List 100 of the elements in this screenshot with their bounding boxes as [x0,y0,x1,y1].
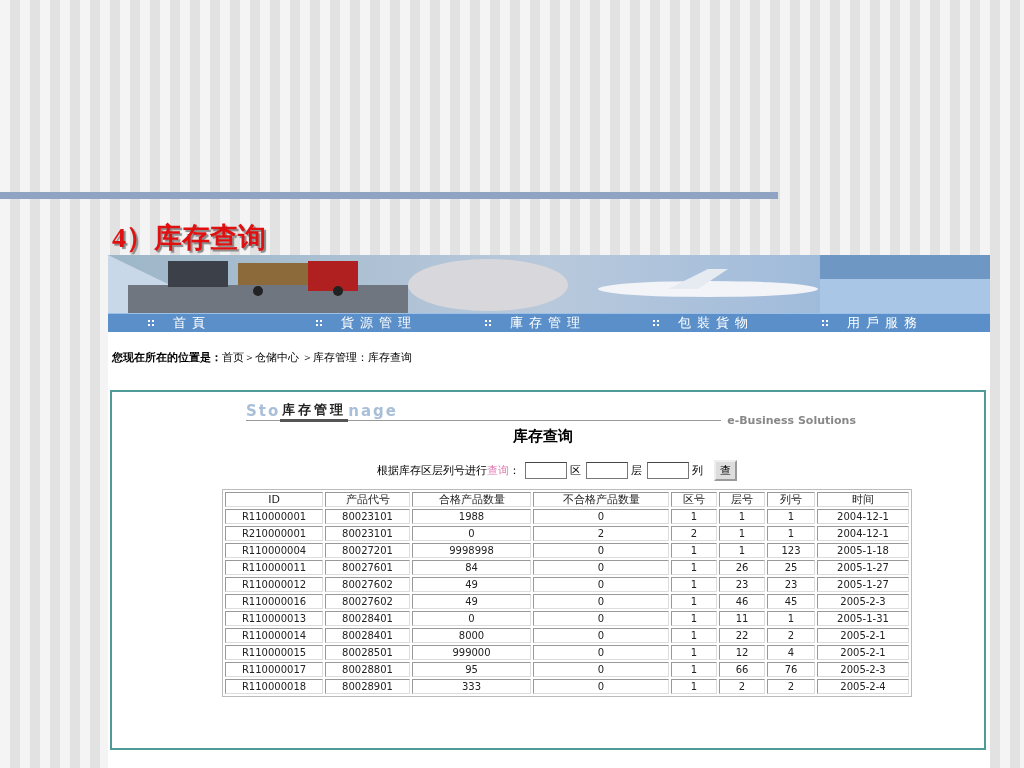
logo-backdrop-text: nage [348,402,398,420]
table-cell: 12 [719,645,765,660]
table-cell: 23 [767,577,815,592]
input-field[interactable] [525,462,567,479]
table-cell: 0 [533,594,669,609]
table-cell: 0 [412,526,531,541]
search-prompt: 根据库存区层列号进行查询： [377,463,520,478]
table-cell: 1 [767,611,815,626]
breadcrumb-path: 首页＞仓储中心 ＞库存管理：库存查询 [222,350,413,365]
table-cell: 333 [412,679,531,694]
table-cell: 2004-12-1 [817,526,909,541]
table-cell: 0 [533,560,669,575]
table-cell: 2005-1-27 [817,560,909,575]
table-cell: 2005-2-3 [817,594,909,609]
table-cell: 1 [767,509,815,524]
dots-icon [484,319,492,327]
column-header: ID [225,492,323,507]
table-cell: 84 [412,560,531,575]
table-cell: 2 [719,679,765,694]
table-cell: R110000004 [225,543,323,558]
table-cell: R110000012 [225,577,323,592]
table-cell: 9998998 [412,543,531,558]
table-cell: 49 [412,594,531,609]
query-button[interactable]: 查 [714,460,737,481]
nav-item[interactable]: 包裝貨物 [678,314,755,332]
table-cell: 0 [533,628,669,643]
field-unit: 层 [631,463,642,478]
table-cell: 1 [719,526,765,541]
table-cell: 2005-2-4 [817,679,909,694]
table-cell: 0 [533,645,669,660]
section-title: 库存管理 [280,401,349,422]
table-cell: 2 [671,526,717,541]
table-cell: 80028401 [325,611,410,626]
table-cell: 25 [767,560,815,575]
table-cell: 0 [533,543,669,558]
table-cell: 4 [767,645,815,660]
table-cell: 80028501 [325,645,410,660]
column-header: 合格产品数量 [412,492,531,507]
table-cell: 8000 [412,628,531,643]
dots-icon [316,319,324,327]
table-cell: 2005-1-18 [817,543,909,558]
page-title: 库存查询 [512,427,574,446]
table-cell: 2005-2-1 [817,628,909,643]
table-cell: 1 [671,628,717,643]
table-cell: 80027201 [325,543,410,558]
input-field[interactable] [647,462,689,479]
table-cell: 1 [767,526,815,541]
table-cell: 1 [671,645,717,660]
column-header: 列号 [767,492,815,507]
table-cell: 1 [671,560,717,575]
table-cell: 11 [719,611,765,626]
table-cell: 2 [767,628,815,643]
table-cell: 2 [533,526,669,541]
table-cell: 49 [412,577,531,592]
table-cell: R110000011 [225,560,323,575]
table-cell: 23 [719,577,765,592]
table-cell: R110000001 [225,509,323,524]
nav-item[interactable]: 庫存管理 [509,314,586,332]
table-cell: R110000018 [225,679,323,694]
logo-backdrop-text: Sto [246,402,281,420]
table-cell: 1 [671,594,717,609]
column-header: 产品代号 [325,492,410,507]
table-cell: 0 [533,577,669,592]
table-cell: 0 [533,679,669,694]
table-cell: 1 [671,679,717,694]
table-cell: 2005-2-1 [817,645,909,660]
column-header: 时间 [817,492,909,507]
slide-title: 4）库存查询 [112,221,267,255]
table-cell: 80028401 [325,628,410,643]
query-link[interactable]: 查询 [487,464,509,477]
table-cell: 66 [719,662,765,677]
table-cell: 80023101 [325,509,410,524]
table-cell: 2005-2-3 [817,662,909,677]
dots-icon [148,319,155,327]
column-header: 不合格产品数量 [533,492,669,507]
nav-item[interactable]: 首頁 [173,314,211,332]
field-unit: 区 [570,463,581,478]
table-cell: R210000001 [225,526,323,541]
table-cell: 46 [719,594,765,609]
field-unit: 列 [692,463,703,478]
nav-item[interactable]: 貨源管理 [341,314,418,332]
dots-icon [653,319,661,327]
table-cell: 76 [767,662,815,677]
table-cell: 1 [719,509,765,524]
table-cell: 1 [671,577,717,592]
table-cell: 1 [671,662,717,677]
table-cell: R110000017 [225,662,323,677]
table-cell: 95 [412,662,531,677]
table-cell: 22 [719,628,765,643]
nav-item[interactable]: 用戶服務 [846,314,923,332]
table-cell: 80027602 [325,577,410,592]
input-field[interactable] [586,462,628,479]
table-cell: 1988 [412,509,531,524]
table-cell: 2005-1-31 [817,611,909,626]
table-cell: 80028801 [325,662,410,677]
table-cell: R110000015 [225,645,323,660]
table-cell: 1 [671,611,717,626]
table-cell: R110000016 [225,594,323,609]
tagline: e-Business Solutions [721,414,856,427]
table-cell: 0 [533,509,669,524]
